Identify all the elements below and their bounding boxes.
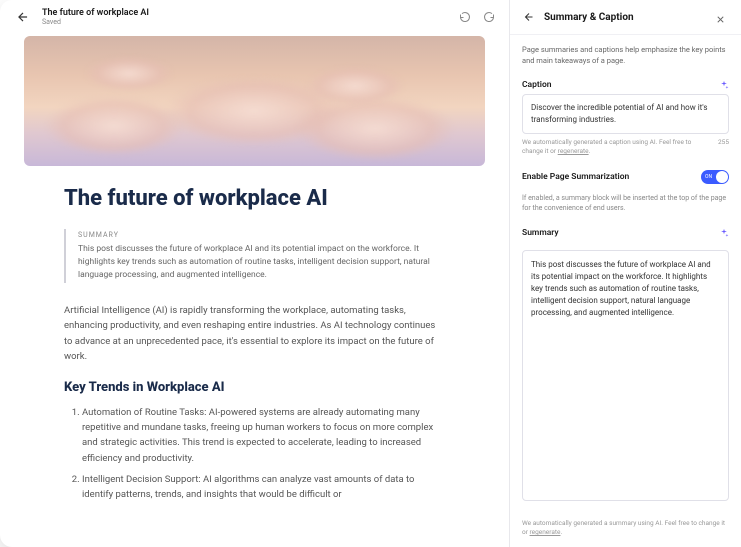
- title-block: The future of workplace AI Saved: [42, 8, 449, 26]
- side-panel-header: Summary & Caption: [510, 0, 741, 35]
- toggle-state-text: ON: [705, 174, 712, 180]
- regenerate-link[interactable]: regenerate: [530, 528, 561, 536]
- panel-back-button[interactable]: [522, 10, 536, 24]
- panel-body: Page summaries and captions help emphasi…: [510, 35, 741, 511]
- panel-title: Summary & Caption: [544, 12, 707, 23]
- main-content[interactable]: The future of workplace AI SUMMARY This …: [0, 32, 509, 547]
- save-status: Saved: [42, 18, 449, 26]
- regenerate-link[interactable]: regenerate: [558, 147, 589, 155]
- close-icon: [715, 14, 726, 25]
- arrow-left-icon: [523, 11, 535, 23]
- toggle-label: Enable Page Summarization: [522, 172, 629, 182]
- toggle-description: If enabled, a summary block will be inse…: [522, 194, 729, 214]
- side-panel: Summary & Caption Page summaries and cap…: [509, 0, 741, 547]
- main-pane: The future of workplace AI Saved The fut…: [0, 0, 509, 547]
- article-intro: Artificial Intelligence (AI) is rapidly …: [64, 303, 445, 364]
- summarization-toggle[interactable]: ON: [701, 170, 729, 184]
- trends-heading: Key Trends in Workplace AI: [64, 380, 445, 395]
- panel-description: Page summaries and captions help emphasi…: [522, 45, 729, 66]
- page-title: The future of workplace AI: [42, 8, 449, 18]
- caption-hint-row: We automatically generated a caption usi…: [522, 138, 729, 156]
- back-button[interactable]: [14, 8, 32, 26]
- caption-label: Caption: [522, 80, 552, 90]
- summary-input[interactable]: [522, 250, 729, 501]
- summary-hint: We automatically generated a summary usi…: [522, 519, 729, 537]
- toggle-knob: [716, 171, 728, 183]
- panel-footer: We automatically generated a summary usi…: [510, 511, 741, 547]
- caption-char-count: 255: [718, 138, 729, 156]
- summarization-toggle-row: Enable Page Summarization ON: [522, 170, 729, 184]
- article-body: The future of workplace AI SUMMARY This …: [24, 186, 485, 528]
- summary-text: This post discusses the future of workpl…: [78, 243, 445, 281]
- summary-block: SUMMARY This post discusses the future o…: [64, 229, 445, 283]
- undo-icon[interactable]: [459, 11, 471, 23]
- summary-field-label: Summary: [522, 228, 559, 238]
- redo-icon[interactable]: [483, 11, 495, 23]
- caption-hint: We automatically generated a caption usi…: [522, 138, 712, 156]
- arrow-left-icon: [16, 10, 30, 24]
- hero-image: [24, 36, 485, 166]
- article-heading: The future of workplace AI: [64, 186, 445, 211]
- sparkle-icon[interactable]: [719, 228, 729, 238]
- list-item: Automation of Routine Tasks: AI-powered …: [82, 405, 445, 466]
- list-item: Intelligent Decision Support: AI algorit…: [82, 472, 445, 502]
- summary-label: SUMMARY: [78, 231, 445, 239]
- caption-input[interactable]: [522, 94, 729, 134]
- caption-section: Caption We automatically generated a cap…: [522, 80, 729, 156]
- sparkle-icon[interactable]: [719, 80, 729, 90]
- trends-list: Automation of Routine Tasks: AI-powered …: [64, 405, 445, 502]
- main-header: The future of workplace AI Saved: [0, 0, 509, 32]
- panel-close-button[interactable]: [715, 10, 729, 24]
- header-actions: [459, 11, 495, 23]
